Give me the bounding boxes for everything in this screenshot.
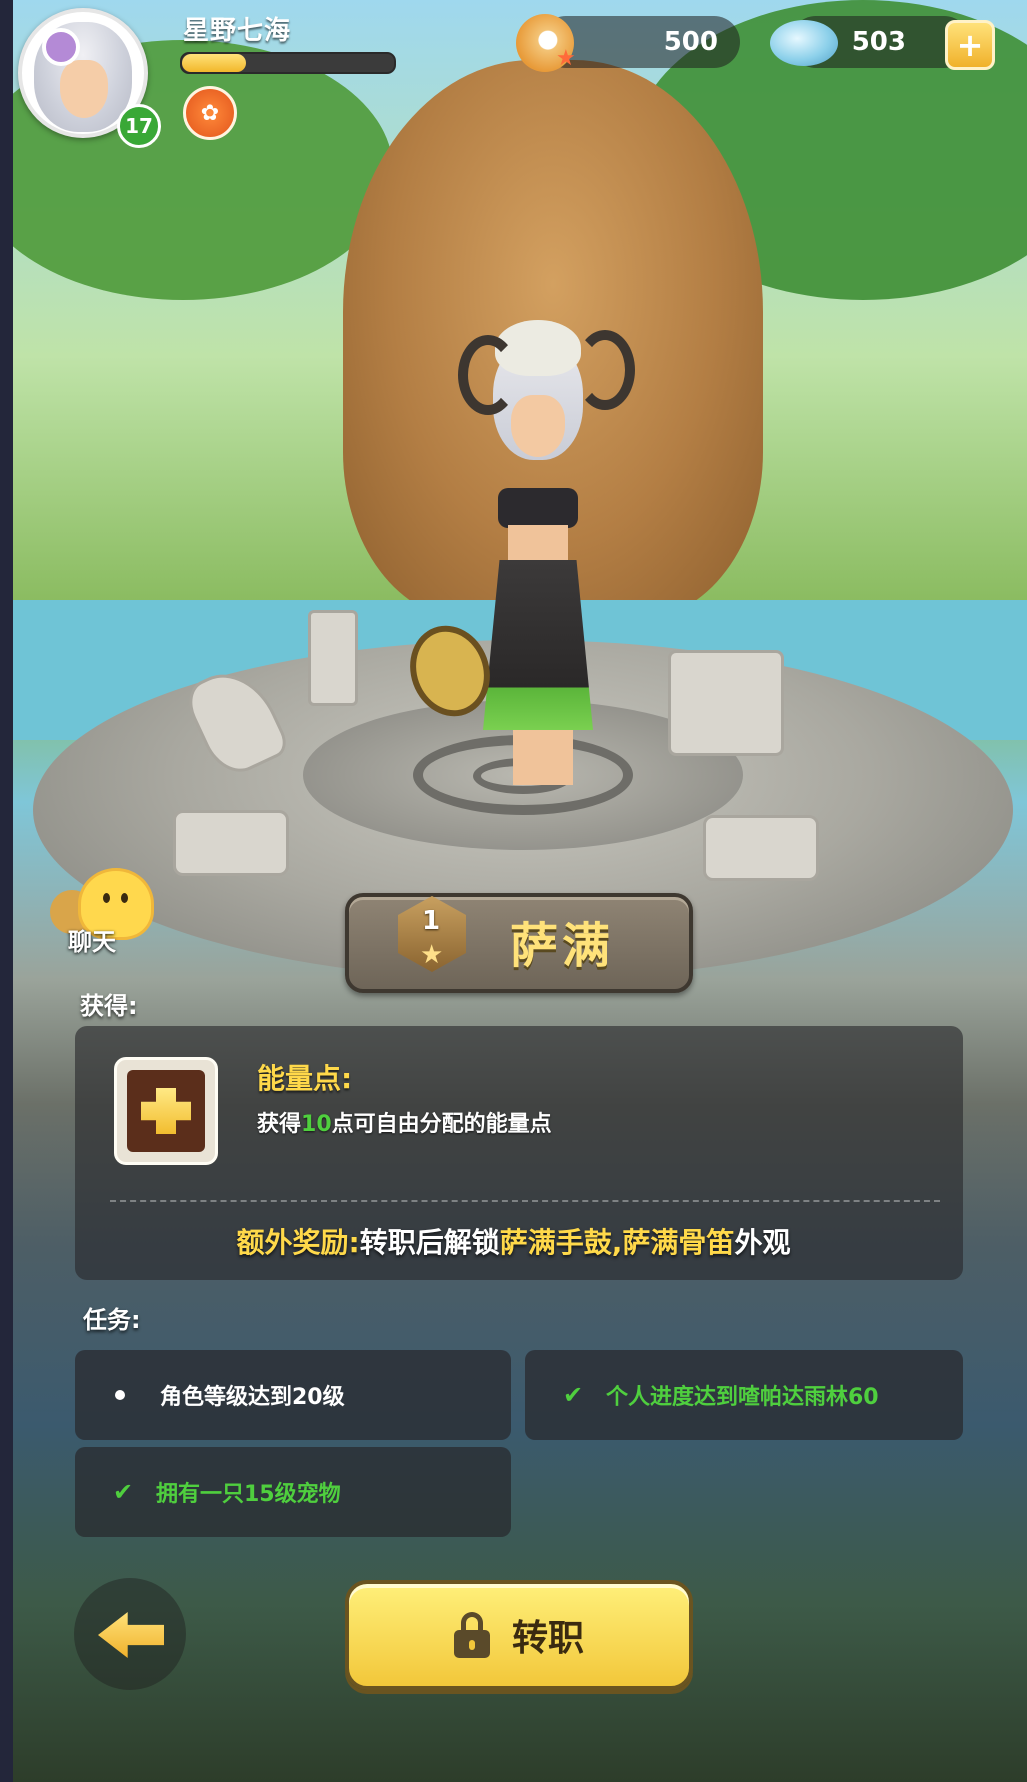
avatar-face (60, 60, 108, 118)
job-change-label: 转职 (511, 1618, 584, 1659)
xp-bar (180, 52, 396, 74)
energy-cross-icon (141, 1088, 191, 1134)
bonus-item-drum: 萨满手鼓 (499, 1226, 612, 1259)
reward-title: 能量点: (257, 1062, 353, 1095)
avatar-decoration-icon (42, 28, 80, 66)
lock-icon (453, 1612, 490, 1658)
job-change-button[interactable]: 转职 (345, 1580, 693, 1690)
task-pending-dot-icon (115, 1390, 125, 1400)
task-item: 角色等级达到20级 (75, 1350, 511, 1440)
class-rank-number: 1 (422, 906, 441, 936)
class-rank-icon: 1 ★ (398, 896, 466, 976)
reward-section-label: 获得: (80, 992, 138, 1020)
gem-amount: 503 (851, 27, 906, 57)
reward-divider (110, 1200, 940, 1202)
energy-point-icon (114, 1057, 218, 1165)
check-icon: ✔ (562, 1381, 584, 1409)
character-skirt (483, 560, 593, 730)
reward-amount: 10 (301, 1112, 332, 1137)
rock-pillar-right (668, 650, 784, 756)
rock-block-left (173, 810, 289, 876)
player-level-badge: 17 (117, 104, 161, 148)
character-top (498, 488, 578, 528)
character-legs (513, 730, 573, 785)
character-belly (508, 525, 568, 565)
bonus-reward-text: 额外奖励:转职后解锁萨满手鼓,萨满骨笛外观 (236, 1226, 791, 1259)
pearl-amount: 500 (663, 27, 718, 57)
task-item: ✔ 个人进度达到喳帕达雨林60 (525, 1350, 963, 1440)
reward-description: 获得10点可自由分配的能量点 (257, 1112, 552, 1137)
back-button[interactable] (74, 1578, 186, 1690)
starfish-icon: ★ (556, 46, 576, 71)
character-horn-left (458, 335, 518, 415)
title-badge-icon[interactable]: ✿ (183, 86, 237, 140)
chat-button[interactable]: 聊天 (50, 868, 160, 958)
task-item: ✔ 拥有一只15级宠物 (75, 1447, 511, 1537)
add-currency-button[interactable]: + (945, 20, 995, 70)
rock-block-right (703, 815, 819, 881)
class-name: 萨满 (510, 918, 615, 974)
rock-pillar-left (308, 610, 358, 706)
character-face (511, 395, 565, 457)
back-arrow-icon (98, 1612, 164, 1658)
task-section-label: 任务: (83, 1306, 141, 1334)
gem-shell-icon (770, 20, 838, 66)
rank-star-icon: ★ (420, 940, 444, 970)
character-horn-right (575, 330, 635, 410)
bonus-item-flute: 萨满骨笛 (622, 1226, 735, 1259)
chat-label: 聊天 (68, 928, 116, 956)
check-icon: ✔ (112, 1478, 134, 1506)
xp-bar-fill (182, 54, 246, 72)
player-name: 星野七海 (183, 16, 292, 46)
